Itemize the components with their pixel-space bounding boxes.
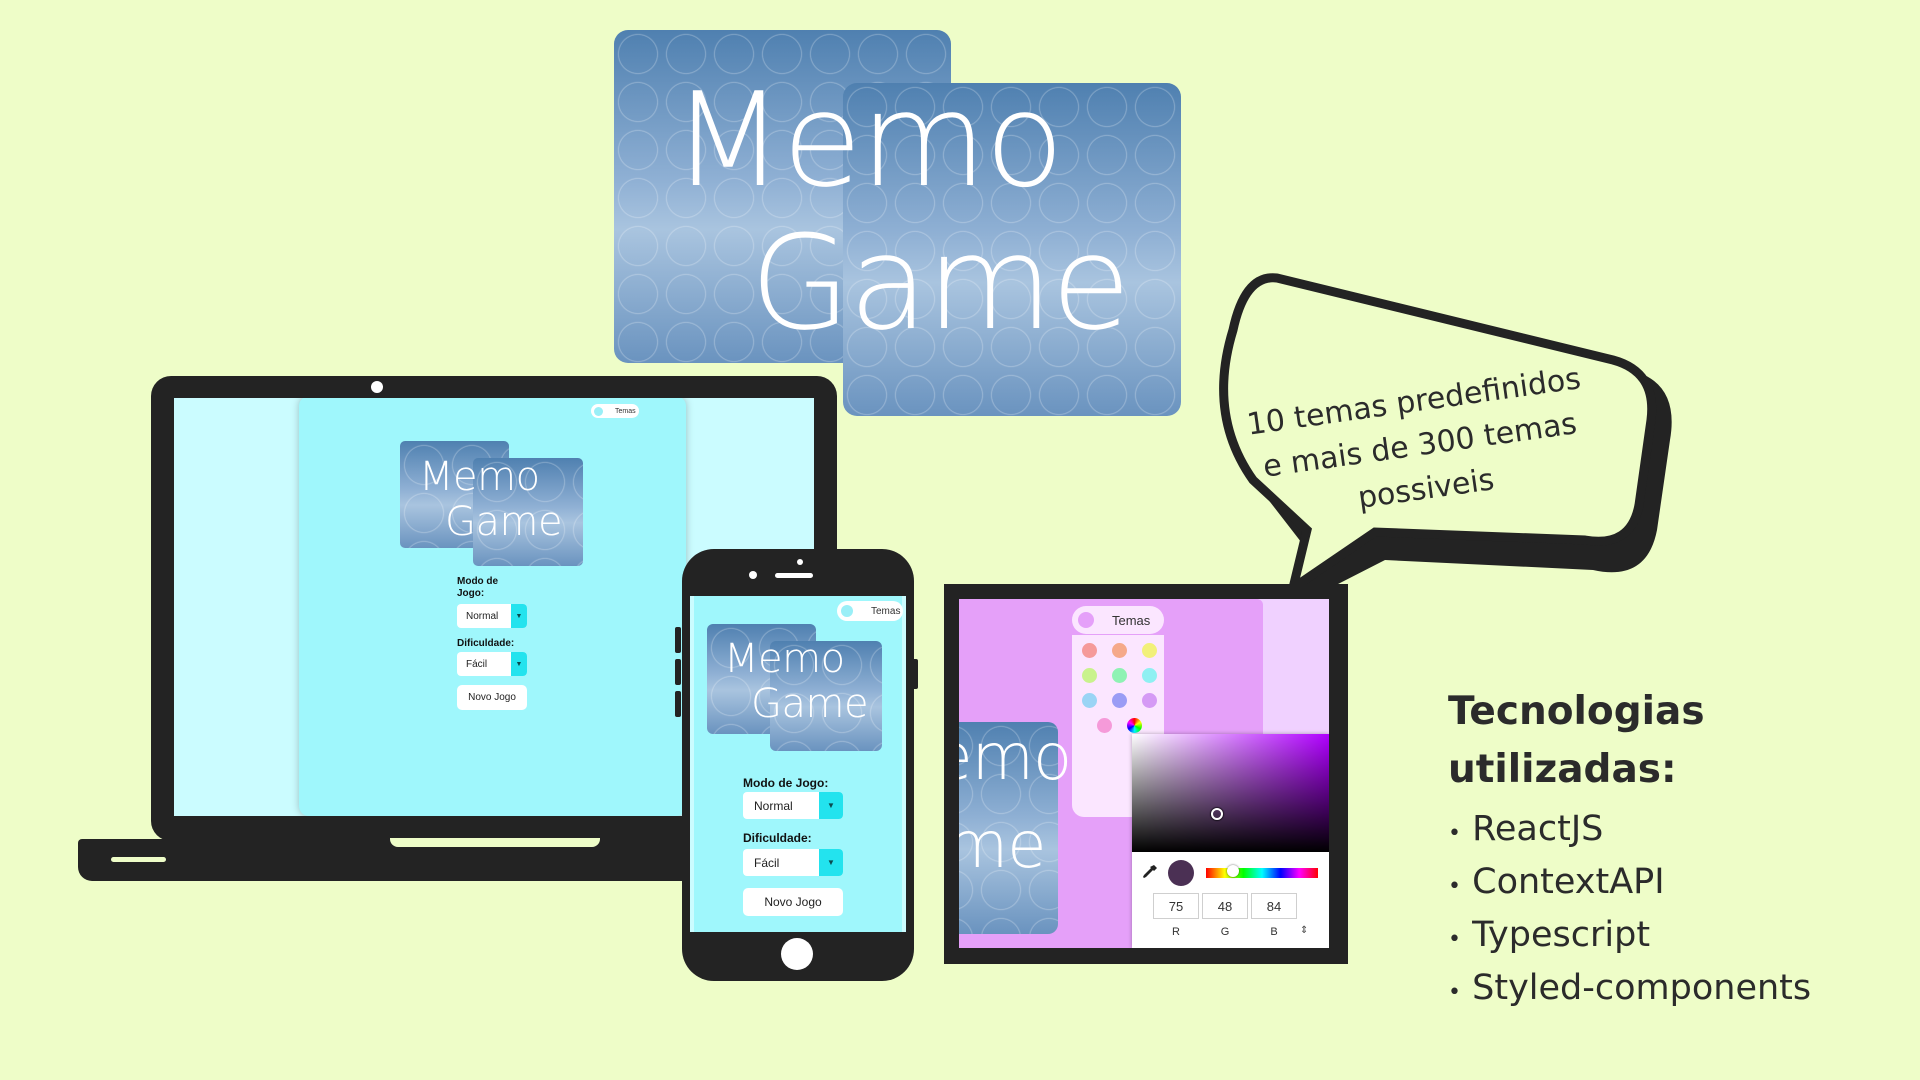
- theme-swatch[interactable]: [1142, 693, 1157, 708]
- laptop-camera: [371, 381, 383, 393]
- mode-select[interactable]: Normal ▼: [743, 792, 843, 819]
- tech-item: • Typescript: [1448, 915, 1651, 955]
- phone-side-button: [675, 691, 681, 717]
- mini-logo-game: Game: [445, 499, 563, 545]
- theme-toggle[interactable]: Temas: [591, 404, 639, 418]
- saturation-area[interactable]: [1132, 734, 1329, 852]
- logo-game: Game: [750, 207, 1131, 359]
- chevron-down-icon: ▼: [819, 792, 843, 819]
- tech-item: • ReactJS: [1448, 809, 1604, 849]
- tech-title-2: utilizadas:: [1448, 747, 1677, 792]
- selected-color-preview: [1168, 860, 1194, 886]
- phone-side-button: [675, 627, 681, 653]
- laptop-base-stripe: [111, 857, 166, 862]
- phone: Temas Memo Game Modo de Jogo: Normal ▼ D…: [675, 549, 918, 981]
- theme-swatch[interactable]: [1082, 668, 1097, 683]
- green-input[interactable]: 48: [1202, 893, 1248, 919]
- laptop-trackpad-notch: [390, 838, 600, 847]
- difficulty-label: Dificuldade:: [743, 831, 812, 845]
- mode-label: Modo de Jogo:: [743, 776, 829, 790]
- difficulty-select[interactable]: Fácil ▼: [457, 652, 527, 676]
- tech-item: • ContextAPI: [1448, 862, 1665, 902]
- toggle-knob-icon: [1078, 612, 1094, 628]
- phone-screen: Temas Memo Game Modo de Jogo: Normal ▼ D…: [690, 596, 906, 932]
- theme-swatch[interactable]: [1112, 668, 1127, 683]
- red-input[interactable]: 75: [1153, 893, 1199, 919]
- theme-toggle-label: Temas: [1112, 612, 1151, 628]
- mode-select[interactable]: Normal ▼: [457, 604, 527, 628]
- mini-logo-memo: Memo: [419, 454, 540, 500]
- green-label: G: [1220, 926, 1230, 938]
- saturation-cursor-icon[interactable]: [1211, 808, 1223, 820]
- theme-swatch[interactable]: [1082, 643, 1097, 658]
- chevron-down-icon: ▼: [511, 604, 527, 628]
- theme-toggle[interactable]: Temas: [1072, 606, 1164, 634]
- theme-toggle[interactable]: Temas: [837, 601, 903, 621]
- theme-swatch[interactable]: [1142, 643, 1157, 658]
- custom-color-swatch-icon[interactable]: [1127, 718, 1142, 733]
- theme-swatch[interactable]: [1112, 643, 1127, 658]
- phone-home-button[interactable]: [781, 938, 813, 970]
- theme-swatch[interactable]: [1082, 693, 1097, 708]
- mode-select-value: Normal: [754, 798, 793, 813]
- blue-input[interactable]: 84: [1251, 893, 1297, 919]
- difficulty-select-value: Fácil: [466, 658, 488, 670]
- toggle-knob-icon: [594, 406, 603, 416]
- format-toggle-icon[interactable]: ⇕: [1300, 925, 1308, 936]
- phone-speaker: [775, 573, 813, 578]
- theme-swatch[interactable]: [1112, 693, 1127, 708]
- phone-side-button: [675, 659, 681, 685]
- mini-logo-game: Game: [751, 681, 869, 727]
- theme-toggle-label: Temas: [615, 407, 636, 415]
- chevron-down-icon: ▼: [511, 652, 527, 676]
- eyedropper-icon[interactable]: [1142, 864, 1158, 880]
- laptop-app-panel: Temas Memo Game Modo de Jogo: Normal ▼ D…: [299, 398, 686, 816]
- theme-swatch[interactable]: [1097, 718, 1112, 733]
- phone-sensor: [797, 559, 803, 565]
- mode-label: Modo de Jogo:: [457, 576, 499, 599]
- tech-section: Tecnologias utilizadas: • ReactJS • Cont…: [1448, 683, 1888, 1017]
- blue-label: B: [1270, 926, 1278, 938]
- new-game-button[interactable]: Novo Jogo: [457, 685, 527, 710]
- new-game-button[interactable]: Novo Jogo: [743, 888, 843, 916]
- tablet: Memo Game Temas: [944, 584, 1348, 964]
- red-label: R: [1172, 926, 1180, 938]
- chevron-down-icon: ▼: [819, 849, 843, 876]
- theme-swatch[interactable]: [1142, 668, 1157, 683]
- tech-item: • Styled-components: [1448, 968, 1812, 1008]
- logo-memo: Memo: [672, 64, 1064, 216]
- mode-select-value: Normal: [466, 610, 499, 622]
- hue-slider-handle[interactable]: [1227, 865, 1239, 877]
- difficulty-select-value: Fácil: [754, 855, 780, 870]
- toggle-knob-icon: [841, 605, 853, 617]
- mini-logo-game: Game: [959, 809, 1047, 883]
- difficulty-select[interactable]: Fácil ▼: [743, 849, 843, 876]
- difficulty-label: Dificuldade:: [457, 638, 515, 649]
- phone-camera: [749, 571, 757, 579]
- mini-logo-memo: Memo: [959, 721, 1072, 795]
- tablet-screen: Memo Game Temas: [959, 599, 1329, 948]
- color-picker: 75 48 84 R G B ⇕: [1132, 734, 1329, 948]
- mini-logo-memo: Memo: [724, 636, 845, 682]
- tech-title-1: Tecnologias: [1448, 689, 1705, 734]
- phone-app-panel: Temas Memo Game Modo de Jogo: Normal ▼ D…: [694, 596, 903, 932]
- hue-slider[interactable]: [1206, 868, 1318, 878]
- theme-toggle-label: Temas: [871, 605, 901, 617]
